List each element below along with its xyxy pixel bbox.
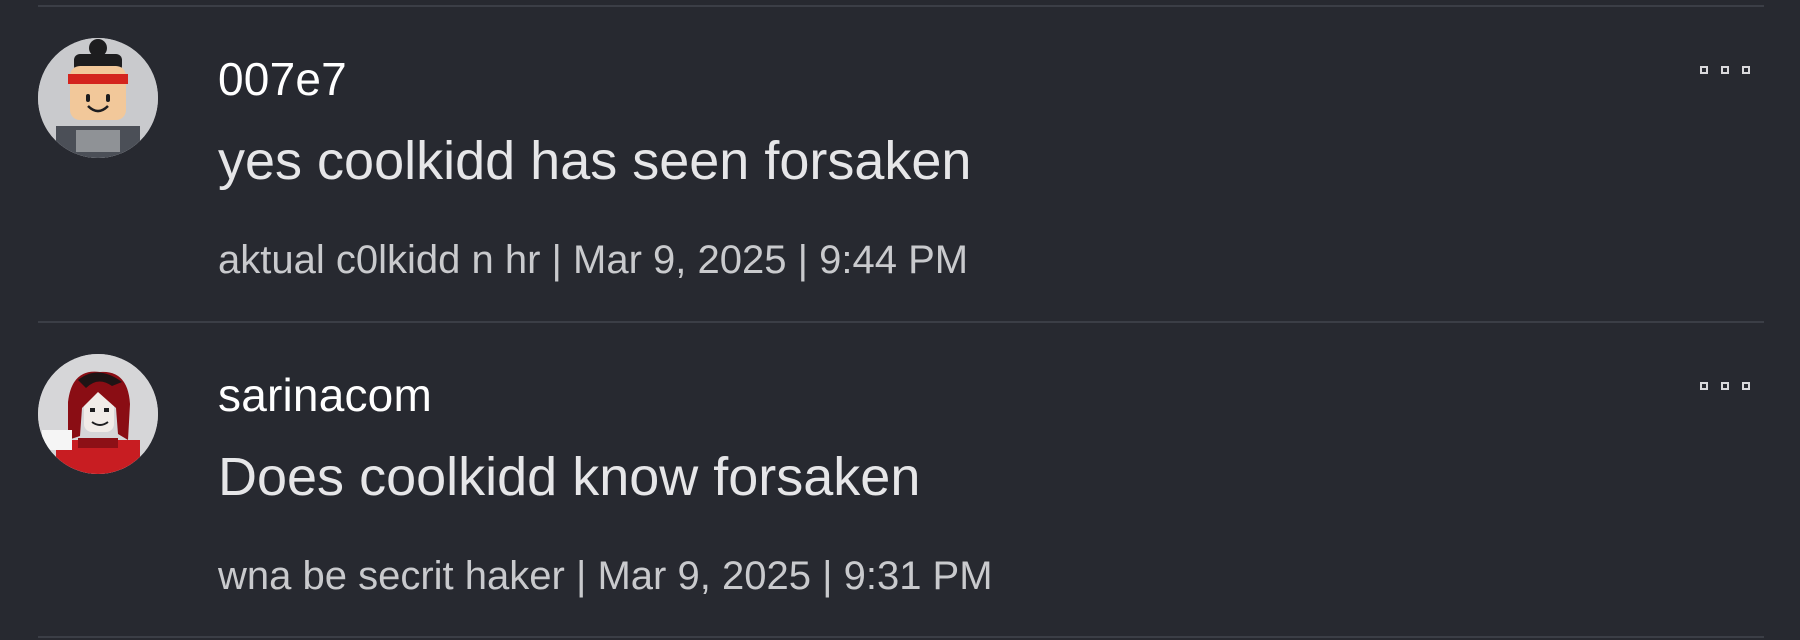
roblox-avatar-red-headband-icon <box>38 38 158 158</box>
more-options-button[interactable] <box>1700 374 1750 398</box>
username[interactable]: 007e7 <box>218 56 347 102</box>
display-name: wna be secrit haker <box>218 554 565 598</box>
username[interactable]: sarinacom <box>218 372 432 418</box>
comment-feed: 007e7 yes coolkidd has seen forsaken akt… <box>0 0 1800 640</box>
ellipsis-icon <box>1700 66 1708 74</box>
avatar[interactable] <box>38 38 158 158</box>
comment-item: 007e7 yes coolkidd has seen forsaken akt… <box>0 38 1800 352</box>
comment-meta: wna be secrit haker | Mar 9, 2025 | 9:31… <box>218 556 993 596</box>
meta-separator: | <box>551 238 562 282</box>
comment-text: Does coolkidd know forsaken <box>218 447 921 507</box>
ellipsis-icon <box>1721 382 1729 390</box>
more-options-button[interactable] <box>1700 58 1750 82</box>
ellipsis-icon <box>1721 66 1729 74</box>
meta-separator: | <box>797 238 809 282</box>
comment-item: sarinacom Does coolkidd know forsaken wn… <box>0 354 1800 640</box>
ellipsis-icon <box>1742 382 1750 390</box>
comment-meta: aktual c0lkidd n hr | Mar 9, 2025 | 9:44… <box>218 240 968 280</box>
display-name: aktual c0lkidd n hr <box>218 238 541 282</box>
comment-time: 9:31 PM <box>843 554 993 598</box>
ellipsis-icon <box>1742 66 1750 74</box>
roblox-avatar-red-hair-icon <box>38 354 158 474</box>
comment-date: Mar 9, 2025 <box>573 238 787 282</box>
avatar[interactable] <box>38 354 158 474</box>
divider <box>38 321 1764 323</box>
divider <box>38 636 1764 638</box>
comment-time: 9:44 PM <box>819 238 969 282</box>
divider <box>38 5 1764 7</box>
meta-separator: | <box>822 554 833 598</box>
meta-separator: | <box>575 554 587 598</box>
comment-text: yes coolkidd has seen forsaken <box>218 131 972 191</box>
comment-date: Mar 9, 2025 <box>597 554 811 598</box>
ellipsis-icon <box>1700 382 1708 390</box>
